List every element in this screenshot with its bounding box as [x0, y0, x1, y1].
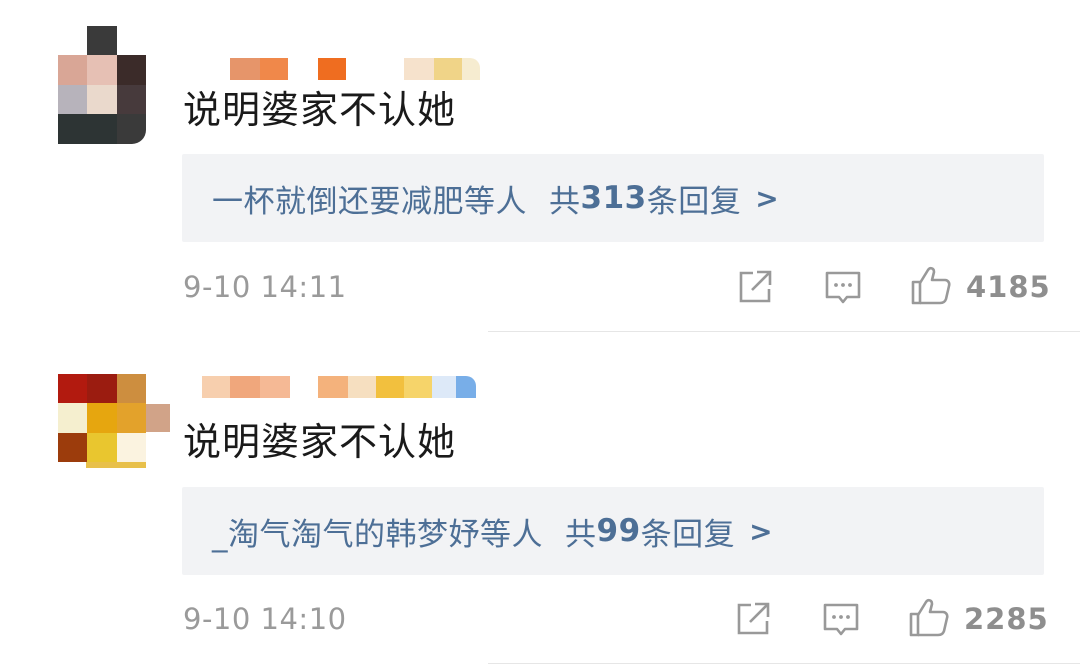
avatar-edge [146, 404, 170, 432]
comment-text: 说明婆家不认她 [183, 88, 457, 132]
timestamp: 9-10 14:11 [183, 270, 347, 304]
share-icon[interactable] [735, 267, 775, 307]
replies-prefix: 共 [549, 183, 581, 220]
replies-count: 313 [580, 180, 647, 216]
like-count: 4185 [966, 270, 1051, 304]
replies-link[interactable]: _淘气淘气的韩梦妤等人 共 99 条回复 > [182, 487, 1044, 575]
replies-prefix: 共 [565, 516, 597, 553]
comment-icon[interactable] [821, 600, 861, 640]
thumbs-up-icon[interactable] [910, 264, 952, 306]
divider [488, 331, 1080, 332]
chevron-right-icon: > [749, 514, 774, 548]
username[interactable] [202, 376, 476, 398]
replies-link[interactable]: 一杯就倒还要减肥等人 共 313 条回复 > [182, 154, 1044, 242]
share-icon[interactable] [733, 599, 773, 639]
chevron-right-icon: > [755, 181, 780, 215]
avatar[interactable] [58, 26, 146, 114]
replies-suffix: 条回复 [646, 183, 742, 220]
comment-icon[interactable] [823, 268, 863, 308]
timestamp: 9-10 14:10 [183, 602, 347, 636]
avatar[interactable] [58, 374, 146, 462]
divider [488, 663, 1080, 664]
comment-text: 说明婆家不认她 [183, 420, 457, 464]
thumbs-up-icon[interactable] [908, 596, 950, 638]
replies-suffix: 条回复 [640, 516, 736, 553]
replies-names: _淘气淘气的韩梦妤等人 [212, 516, 543, 553]
username[interactable] [230, 58, 480, 80]
replies-count: 99 [596, 513, 641, 549]
avatar-edge-bottom [86, 462, 146, 468]
comment-list: 说明婆家不认她 一杯就倒还要减肥等人 共 313 条回复 > 9-10 14:1… [0, 0, 1080, 667]
like-count: 2285 [964, 602, 1049, 636]
avatar-bottom [58, 114, 146, 144]
replies-names: 一杯就倒还要减肥等人 [212, 183, 527, 220]
